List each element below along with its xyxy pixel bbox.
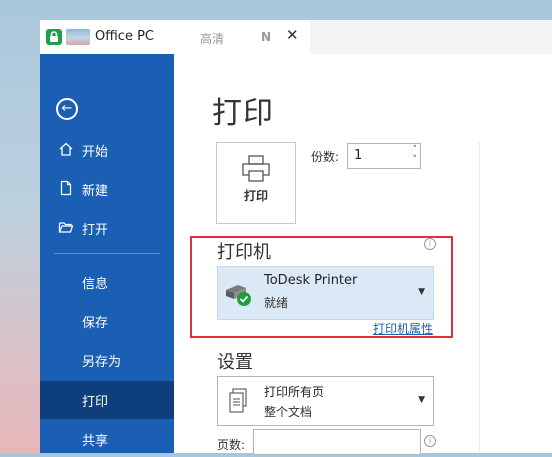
sidebar-divider	[54, 253, 160, 254]
pages-label: 页数:	[217, 438, 246, 452]
copies-stepper[interactable]: 1 ˄ ˅	[347, 143, 421, 169]
print-range-dropdown[interactable]: 打印所有页 整个文档 ▼	[217, 376, 434, 426]
sidebar-item-info[interactable]: 信息	[40, 264, 174, 300]
printer-dropdown[interactable]: ToDesk Printer 就绪 ▼	[217, 266, 434, 320]
sidebar-item-label: 开始	[82, 145, 109, 160]
print-button-label: 打印	[243, 189, 268, 203]
n-button[interactable]: N	[261, 30, 271, 44]
sidebar-item-print[interactable]: 打印	[40, 381, 174, 419]
pages-input[interactable]	[253, 429, 421, 455]
sidebar-item-open[interactable]: 打开	[40, 210, 174, 246]
sidebar-item-label: 保存	[82, 316, 109, 331]
quality-toggle[interactable]: 高清	[200, 30, 224, 47]
sidebar-item-save[interactable]: 保存	[40, 303, 174, 339]
sidebar-item-home[interactable]: 开始	[40, 132, 174, 168]
remote-session-tab[interactable]: Office PC 高清 N ✕	[40, 20, 310, 54]
printer-icon	[241, 155, 271, 183]
sidebar-item-label: 信息	[82, 277, 109, 292]
printer-properties-link[interactable]: 打印机属性	[373, 320, 433, 337]
sidebar-item-label: 打开	[82, 223, 109, 238]
lock-icon	[46, 29, 62, 45]
print-button[interactable]: 打印	[216, 142, 296, 224]
sidebar-item-share[interactable]: 共享	[40, 421, 174, 457]
page-title: 打印	[212, 96, 274, 131]
print-panel: 打印 打印 份数: 1 ˄ ˅ 打印机 i ToDesk Printer 就绪 …	[174, 54, 552, 455]
session-thumbnail	[66, 29, 90, 45]
home-icon	[58, 141, 74, 157]
copies-label: 份数:	[311, 150, 340, 164]
folder-open-icon	[58, 219, 74, 235]
sidebar-item-new[interactable]: 新建	[40, 171, 174, 207]
spinner-arrows-icon[interactable]: ˄ ˅	[413, 145, 418, 165]
back-arrow-icon[interactable]: ←	[56, 98, 78, 120]
sidebar-item-save-as[interactable]: 另存为	[40, 342, 174, 378]
print-range-subtitle: 整个文档	[264, 405, 313, 419]
new-document-icon	[58, 180, 74, 196]
sidebar-item-label: 打印	[82, 395, 109, 410]
printer-name: ToDesk Printer	[264, 273, 358, 288]
remote-window-titlebar: Office PC 高清 N ✕	[40, 20, 552, 55]
settings-section-title: 设置	[217, 352, 253, 373]
backstage-sidebar: ← 开始 新建 打开 信息 保存 另存为 打印 共享	[40, 54, 174, 453]
sidebar-item-label: 另存为	[82, 355, 122, 370]
close-icon[interactable]: ✕	[286, 26, 299, 44]
document-pages-icon	[228, 388, 248, 414]
printer-section-title: 打印机	[217, 242, 271, 263]
dropdown-arrow-icon: ▼	[418, 287, 425, 297]
desktop-background	[0, 0, 40, 453]
copies-value: 1	[354, 148, 363, 163]
printer-status: 就绪	[264, 296, 289, 310]
info-icon[interactable]: i	[424, 238, 436, 250]
print-range-title: 打印所有页	[264, 385, 325, 399]
preview-divider	[479, 142, 480, 453]
sidebar-item-label: 新建	[82, 184, 109, 199]
sidebar-item-label: 共享	[82, 434, 109, 449]
dropdown-arrow-icon: ▼	[418, 395, 425, 405]
tab-title: Office PC	[95, 29, 154, 44]
printer-ready-icon	[224, 281, 254, 307]
info-icon[interactable]: i	[424, 435, 436, 447]
